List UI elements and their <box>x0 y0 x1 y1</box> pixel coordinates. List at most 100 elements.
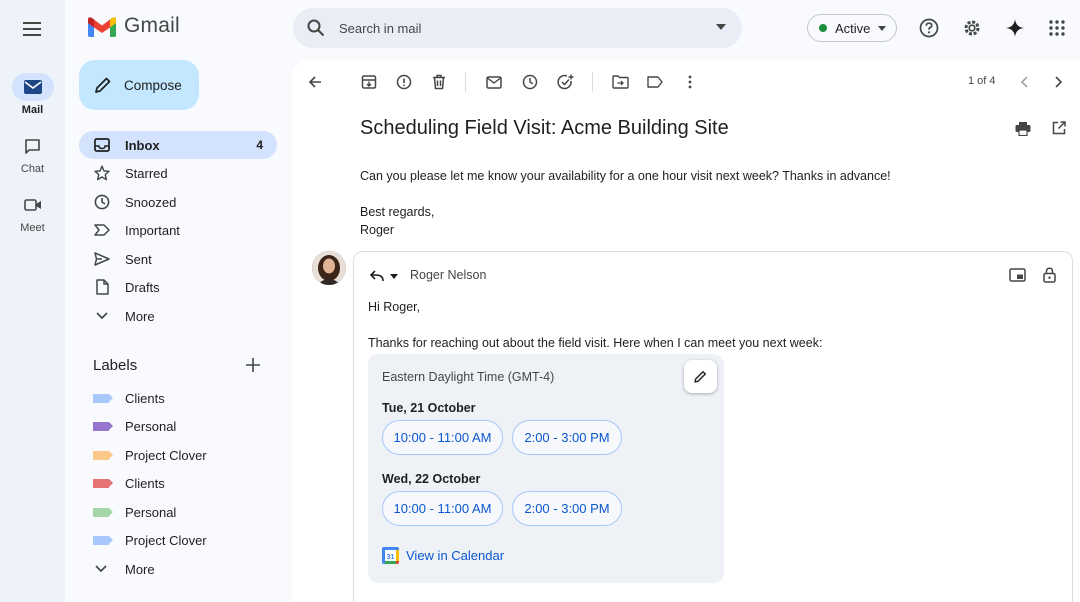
help-icon <box>919 18 939 38</box>
main-menu-button[interactable] <box>16 13 48 45</box>
label-item-project-clover[interactable]: Project Clover <box>79 526 277 554</box>
app-title: Gmail <box>124 14 180 37</box>
delete-button[interactable] <box>428 71 450 93</box>
reply-compose-card: Roger Nelson Hi Roger, Thanks for reachi… <box>353 251 1073 602</box>
settings-button[interactable] <box>958 14 986 42</box>
label-name: Clients <box>125 390 165 406</box>
pop-out-reply-button[interactable] <box>1006 264 1028 286</box>
reply-greeting[interactable]: Hi Roger, <box>368 300 420 314</box>
view-in-calendar-link[interactable]: 31 View in Calendar <box>382 547 504 564</box>
reply-icon <box>370 270 384 282</box>
video-icon <box>23 199 41 211</box>
print-button[interactable] <box>1012 117 1034 139</box>
nav-item-inbox[interactable]: Inbox 4 <box>79 131 277 159</box>
rail-item-meet[interactable]: Meet <box>0 191 65 234</box>
edit-availability-button[interactable] <box>684 360 717 393</box>
calendar-link-label: View in Calendar <box>406 548 505 563</box>
pagination-label: 1 of 4 <box>968 75 996 87</box>
search-icon[interactable] <box>307 19 325 37</box>
reply-type-dropdown[interactable] <box>366 265 388 287</box>
sparkle-icon <box>1006 19 1024 37</box>
apps-grid-icon <box>1049 20 1065 36</box>
nav-label: Starred <box>125 165 168 181</box>
nav-label: More <box>125 308 155 324</box>
label-name: Clients <box>125 475 165 491</box>
compose-button[interactable]: Compose <box>79 60 199 110</box>
email-signature: Roger <box>360 223 395 237</box>
newer-button[interactable] <box>1013 71 1035 93</box>
nav-item-starred[interactable]: Starred <box>79 159 277 187</box>
label-tag-icon <box>93 393 113 403</box>
nav-item-important[interactable]: Important <box>79 216 277 244</box>
time-slot-button[interactable]: 10:00 - 11:00 AM <box>382 420 503 455</box>
create-label-button[interactable] <box>244 356 262 374</box>
labels-more[interactable]: More <box>79 555 277 583</box>
status-dropdown[interactable]: Active <box>807 14 897 42</box>
nav-item-more[interactable]: More <box>79 302 277 330</box>
snooze-button[interactable] <box>519 71 541 93</box>
archive-icon <box>361 75 377 89</box>
label-item-clients[interactable]: Clients <box>79 469 277 497</box>
rail-label-meet: Meet <box>20 222 45 234</box>
move-to-button[interactable] <box>609 71 631 93</box>
pencil-icon <box>95 77 111 93</box>
folder-move-icon <box>611 75 629 89</box>
add-to-tasks-button[interactable] <box>554 71 576 93</box>
recipient-name[interactable]: Roger Nelson <box>410 268 486 282</box>
spam-icon <box>396 74 412 90</box>
picture-in-picture-icon <box>1008 268 1026 282</box>
label-name: Project Clover <box>125 532 207 548</box>
toolbar-divider <box>592 72 593 92</box>
label-name: Personal <box>125 418 177 434</box>
label-item-personal[interactable]: Personal <box>79 412 277 440</box>
rail-item-chat[interactable]: Chat <box>0 132 65 175</box>
confidential-mode-button[interactable] <box>1038 264 1060 286</box>
email-body: Can you please let me know your availabi… <box>360 169 891 183</box>
mail-icon <box>23 80 42 94</box>
more-options-button[interactable] <box>679 71 701 93</box>
time-slot-button[interactable]: 2:00 - 3:00 PM <box>512 491 622 526</box>
nav-item-snoozed[interactable]: Snoozed <box>79 188 277 216</box>
label-name: More <box>125 561 155 577</box>
search-bar[interactable] <box>293 8 742 48</box>
label-item-personal[interactable]: Personal <box>79 498 277 526</box>
nav-label: Drafts <box>125 279 160 295</box>
draft-icon <box>95 279 109 295</box>
gear-icon <box>964 20 980 36</box>
open-new-window-button[interactable] <box>1048 117 1070 139</box>
apps-button[interactable] <box>1043 14 1071 42</box>
gmail-logo[interactable]: Gmail <box>88 14 180 38</box>
mark-unread-button[interactable] <box>483 71 505 93</box>
star-icon <box>94 165 110 181</box>
search-input[interactable] <box>339 20 699 36</box>
report-spam-button[interactable] <box>393 71 415 93</box>
availability-card: Eastern Daylight Time (GMT-4) Tue, 21 Oc… <box>368 354 724 583</box>
time-slot-button[interactable]: 2:00 - 3:00 PM <box>512 420 622 455</box>
reply-type-caret[interactable] <box>388 265 400 287</box>
older-button[interactable] <box>1048 71 1070 93</box>
google-calendar-icon: 31 <box>382 547 399 564</box>
nav-item-sent[interactable]: Sent <box>79 245 277 273</box>
time-slot-button[interactable]: 10:00 - 11:00 AM <box>382 491 503 526</box>
envelope-icon <box>486 75 502 89</box>
clock-icon <box>94 194 110 210</box>
rail-label-mail: Mail <box>21 104 44 116</box>
rail-item-mail[interactable]: Mail <box>0 73 65 116</box>
nav-label: Important <box>125 222 180 238</box>
send-icon <box>94 252 110 266</box>
sender-avatar[interactable] <box>312 251 346 285</box>
reply-intro[interactable]: Thanks for reaching out about the field … <box>368 336 822 350</box>
back-button[interactable] <box>304 71 326 93</box>
label-item-clients[interactable]: Clients <box>79 384 277 412</box>
label-item-project-clover[interactable]: Project Clover <box>79 441 277 469</box>
chevron-right-icon <box>1055 76 1063 88</box>
gemini-button[interactable] <box>1001 14 1029 42</box>
label-icon <box>647 76 663 88</box>
support-button[interactable] <box>915 14 943 42</box>
search-options-icon[interactable] <box>716 24 726 30</box>
rail-label-chat: Chat <box>20 163 45 175</box>
label-tag-icon <box>93 535 113 545</box>
nav-item-drafts[interactable]: Drafts <box>79 273 277 301</box>
archive-button[interactable] <box>358 71 380 93</box>
labels-button[interactable] <box>644 71 666 93</box>
